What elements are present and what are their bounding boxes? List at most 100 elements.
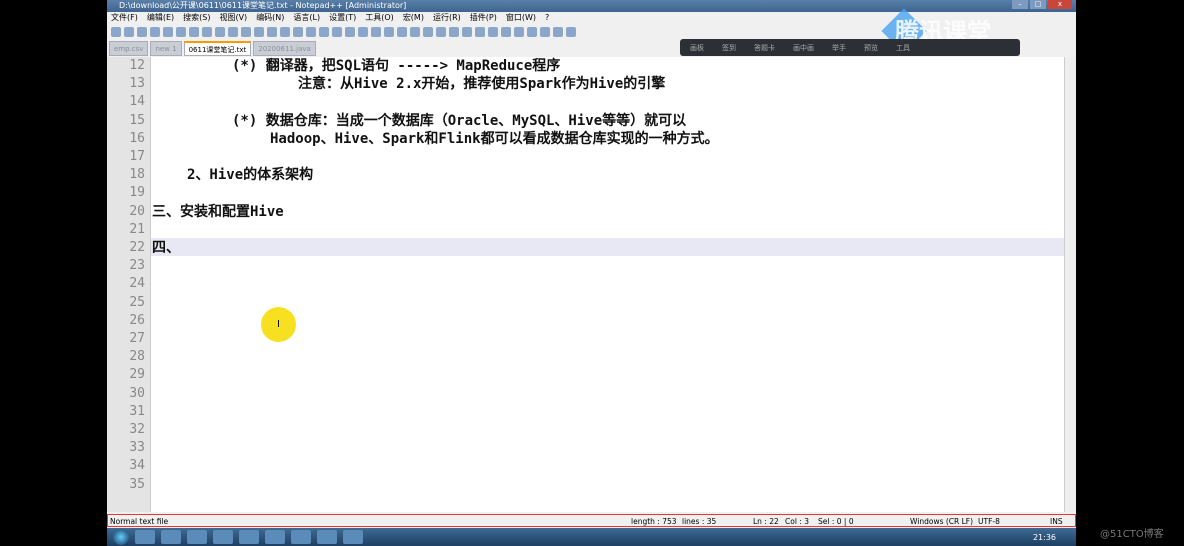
line-number: 27 (129, 331, 145, 346)
toolbar-button-icon[interactable] (553, 27, 563, 37)
current-line-highlight (151, 238, 1065, 256)
classroom-tool-button[interactable]: 预览 (864, 43, 878, 53)
toolbar-button-icon[interactable] (124, 27, 134, 37)
classroom-tool-button[interactable]: 工具 (896, 43, 910, 53)
maximize-button[interactable]: □ (1030, 0, 1046, 9)
toolbar-button-icon[interactable] (462, 27, 472, 37)
editor[interactable]: 12 13 14 15 16 17 18 19 20 21 22 23 24 25 26 27 28 29 30 31… (107, 57, 1065, 512)
close-button[interactable]: x (1048, 0, 1072, 9)
menu-item[interactable]: 搜索(S) (183, 12, 210, 24)
eol-format: Windows (CR LF) (910, 517, 974, 526)
toolbar-button-icon[interactable] (280, 27, 290, 37)
toolbar-button-icon[interactable] (527, 27, 537, 37)
toolbar-button-icon[interactable] (215, 27, 225, 37)
taskbar-app-icon[interactable] (135, 530, 155, 544)
menu-item[interactable]: ? (545, 12, 549, 24)
classroom-toolbar: 画板 签到 答题卡 画中画 举手 预览 工具 (680, 39, 1020, 56)
toolbar-button-icon[interactable] (150, 27, 160, 37)
menu-item[interactable]: 视图(V) (219, 12, 247, 24)
start-button-icon[interactable] (113, 529, 129, 545)
line-number: 23 (129, 258, 145, 274)
mouse-cursor-highlight: I (261, 307, 296, 342)
toolbar-button-icon[interactable] (189, 27, 199, 37)
toolbar-button-icon[interactable] (371, 27, 381, 37)
line-number: 14 (129, 94, 145, 110)
toolbar (111, 25, 576, 40)
taskbar-app-icon[interactable] (291, 530, 311, 544)
toolbar-button-icon[interactable] (488, 27, 498, 37)
toolbar-button-icon[interactable] (111, 27, 121, 37)
toolbar-button-icon[interactable] (332, 27, 342, 37)
toolbar-button-icon[interactable] (514, 27, 524, 37)
classroom-tool-button[interactable]: 画板 (690, 43, 704, 53)
tab-file[interactable]: 20200611.java (253, 41, 316, 56)
classroom-tool-button[interactable]: 画中画 (793, 43, 814, 53)
tab-file[interactable]: 0611课堂笔记.txt (183, 41, 252, 56)
toolbar-button-icon[interactable] (436, 27, 446, 37)
toolbar-button-icon[interactable] (566, 27, 576, 37)
text-line: 2、Hive的体系架构 (187, 167, 314, 184)
tab-file[interactable]: emp.csv (109, 41, 149, 56)
menu-item[interactable]: 运行(R) (433, 12, 461, 24)
menu-item[interactable]: 语言(L) (293, 12, 320, 24)
toolbar-button-icon[interactable] (228, 27, 238, 37)
toolbar-button-icon[interactable] (202, 27, 212, 37)
toolbar-button-icon[interactable] (267, 27, 277, 37)
toolbar-button-icon[interactable] (254, 27, 264, 37)
taskbar-app-icon[interactable] (343, 530, 363, 544)
toolbar-button-icon[interactable] (358, 27, 368, 37)
taskbar-app-icon[interactable] (161, 530, 181, 544)
menu-item[interactable]: 编码(N) (256, 12, 284, 24)
toolbar-button-icon[interactable] (319, 27, 329, 37)
line-number: 32 (129, 422, 145, 437)
tab-file[interactable]: new 1 (150, 41, 182, 56)
toolbar-button-icon[interactable] (449, 27, 459, 37)
menu-item[interactable]: 编辑(E) (147, 12, 174, 24)
taskbar-app-icon[interactable] (265, 530, 285, 544)
toolbar-button-icon[interactable] (176, 27, 186, 37)
menu-item[interactable]: 窗口(W) (506, 12, 536, 24)
taskbar-app-icon[interactable] (213, 530, 233, 544)
line-number: 19 (129, 185, 145, 201)
toolbar-button-icon[interactable] (397, 27, 407, 37)
length: length : 753 (631, 517, 677, 526)
line-number: 34 (129, 458, 145, 474)
toolbar-button-icon[interactable] (475, 27, 485, 37)
menu-item[interactable]: 工具(O) (365, 12, 394, 24)
classroom-tool-button[interactable]: 答题卡 (754, 43, 775, 53)
toolbar-button-icon[interactable] (410, 27, 420, 37)
status-bar: Normal text file length : 753 lines : 35… (107, 514, 1076, 527)
classroom-tool-button[interactable]: 举手 (832, 43, 846, 53)
toolbar-button-icon[interactable] (293, 27, 303, 37)
toolbar-button-icon[interactable] (306, 27, 316, 37)
toolbar-button-icon[interactable] (540, 27, 550, 37)
toolbar-button-icon[interactable] (163, 27, 173, 37)
menu-item[interactable]: 文件(F) (111, 12, 138, 24)
toolbar-button-icon[interactable] (423, 27, 433, 37)
line-number: 21 (129, 221, 145, 237)
minimize-button[interactable]: – (1012, 0, 1028, 9)
text-line: (*) 数据仓库：当成一个数据库（Oracle、MySQL、Hive等等）就可以 (232, 112, 687, 129)
column-position: Col : 3 (785, 517, 809, 526)
toolbar-button-icon[interactable] (501, 27, 511, 37)
text-line: 注意：从Hive 2.x开始，推荐使用Spark作为Hive的引擎 (298, 76, 666, 93)
watermark: @51CTO博客 (1100, 529, 1164, 540)
notepadpp-window: D:\download\公开课\0611\0611课堂笔记.txt - Note… (107, 0, 1076, 528)
vertical-scrollbar[interactable] (1064, 57, 1076, 512)
clock: 21:36 (1032, 532, 1056, 542)
menu-item[interactable]: 插件(P) (470, 12, 497, 24)
toolbar-button-icon[interactable] (137, 27, 147, 37)
taskbar-app-icon[interactable] (239, 530, 259, 544)
taskbar-app-icon[interactable] (317, 530, 337, 544)
line-number: 29 (129, 367, 145, 383)
toolbar-button-icon[interactable] (345, 27, 355, 37)
menu-item[interactable]: 宏(M) (403, 12, 424, 24)
taskbar-app-icon[interactable] (187, 530, 207, 544)
title-bar: D:\download\公开课\0611\0611课堂笔记.txt - Note… (107, 0, 1076, 12)
toolbar-button-icon[interactable] (241, 27, 251, 37)
window-title: D:\download\公开课\0611\0611课堂笔记.txt - Note… (119, 1, 407, 10)
menu-item[interactable]: 设置(T) (329, 12, 356, 24)
classroom-tool-button[interactable]: 签到 (722, 43, 736, 53)
toolbar-button-icon[interactable] (384, 27, 394, 37)
line-number: 16 (129, 130, 145, 146)
